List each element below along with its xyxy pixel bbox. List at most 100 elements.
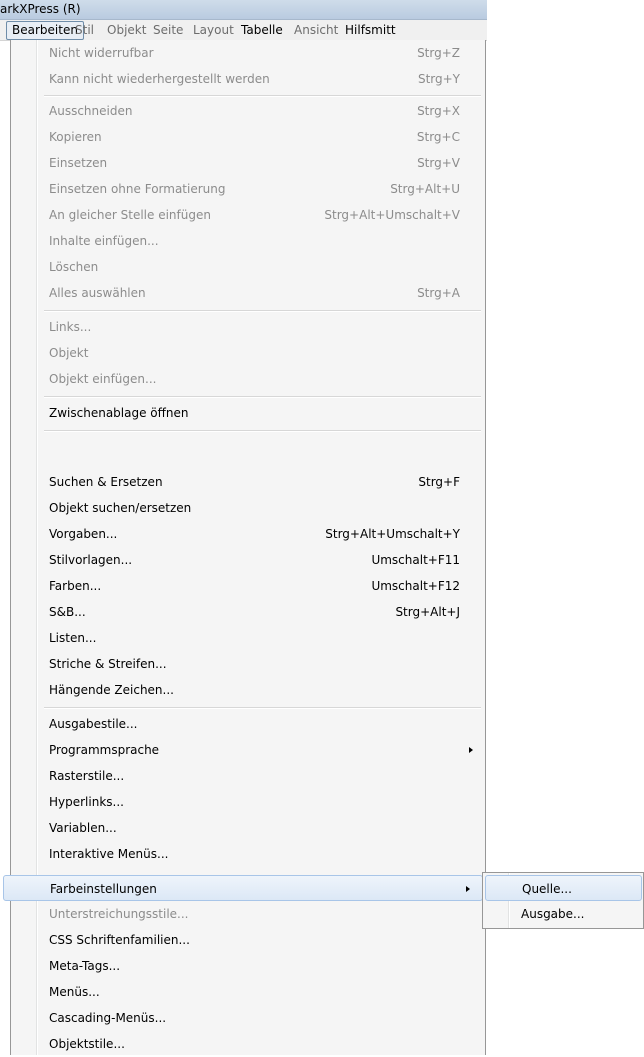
menu-item-variablen[interactable]: Variablen... (11, 815, 485, 841)
menu-item-label: Farbeinstellungen (50, 882, 157, 896)
menu-item-zwischenablage-oeffnen[interactable]: Zwischenablage öffnen (11, 400, 485, 426)
menu-item-listen[interactable]: Listen... (11, 625, 485, 651)
menu-objekt[interactable]: Objekt (102, 20, 151, 40)
bearbeiten-dropdown-menu: Nicht widerrufbar Strg+Z Kann nicht wied… (3, 40, 486, 1057)
submenu-item-ausgabe[interactable]: Ausgabe... (485, 901, 642, 927)
menu-item-ausschneiden[interactable]: Ausschneiden Strg+X (11, 98, 485, 124)
menu-item-inhalte-einfuegen[interactable]: Inhalte einfügen... (11, 228, 485, 254)
menu-item-einsetzen[interactable]: Einsetzen Strg+V (11, 150, 485, 176)
menu-item-label: S&B... (49, 605, 86, 619)
menu-item-label: Interaktive Menüs... (49, 847, 169, 861)
menu-item-hyperlinks[interactable]: Hyperlinks... (11, 789, 485, 815)
menu-item-label: Farben... (49, 579, 102, 593)
menu-item-suchen-ersetzen[interactable]: Suchen & Ersetzen Strg+F (11, 469, 485, 495)
menu-item-label: Listen... (49, 631, 97, 645)
menu-separator (44, 396, 481, 398)
menu-item-label: Quelle... (522, 882, 572, 896)
menu-item-loeschen[interactable]: Löschen (11, 254, 485, 280)
menu-item-label: Unterstreichungsstile... (49, 907, 189, 921)
menu-item-shortcut: Strg+Alt+Umschalt+Y (325, 527, 460, 541)
menu-item-label: Kann nicht wiederhergestellt werden (49, 72, 270, 86)
menu-hilfsmittel[interactable]: Hilfsmitt (340, 20, 401, 40)
menu-separator (44, 310, 481, 312)
menu-item-shortcut: Strg+C (416, 130, 460, 144)
submenu-arrow-icon (466, 886, 470, 892)
menu-item-shortcut: Umschalt+F11 (371, 553, 460, 567)
menu-bar: Bearbeiten Stil Objekt Seite Layout Tabe… (0, 20, 487, 41)
menu-item-objekt-suchen-ersetzen[interactable]: Objekt suchen/ersetzen (11, 495, 485, 521)
menu-item-objekt-einfuegen[interactable]: Objekt einfügen... (11, 366, 485, 392)
menu-item-shortcut: Strg+A (417, 286, 460, 300)
submenu-arrow-icon (469, 747, 473, 753)
menu-item-label: Suchen & Ersetzen (49, 475, 163, 489)
menu-item-nicht-widerrufbar[interactable]: Nicht widerrufbar Strg+Z (11, 40, 485, 66)
menu-item-haengende-zeichen[interactable]: Hängende Zeichen... (11, 677, 485, 703)
menu-item-links[interactable]: Links... (11, 314, 485, 340)
menu-item-label: Vorgaben... (49, 527, 118, 541)
menu-ansicht[interactable]: Ansicht (289, 20, 343, 40)
menu-item-shortcut: Strg+Y (417, 72, 460, 86)
menu-item-shortcut: Strg+Alt+Umschalt+V (324, 208, 460, 222)
menu-layout[interactable]: Layout (188, 20, 239, 40)
menu-item-label: Einsetzen (49, 156, 108, 170)
menu-item-cascading-menues[interactable]: Cascading-Menüs... (11, 1005, 485, 1031)
menu-item-label: Kopieren (49, 130, 102, 144)
menu-item-farben[interactable]: Farben... Umschalt+F12 (11, 573, 485, 599)
menu-item-shortcut: Strg+Alt+U (390, 182, 460, 196)
menu-separator (44, 707, 481, 709)
menu-item-stilvorlagen[interactable]: Stilvorlagen... Umschalt+F11 (11, 547, 485, 573)
menu-item-label: Inhalte einfügen... (49, 234, 159, 248)
menu-item-label: Objekt suchen/ersetzen (49, 501, 192, 515)
menu-item-striche-streifen[interactable]: Striche & Streifen... (11, 651, 485, 677)
menu-item-unterstreichungsstile[interactable]: Unterstreichungsstile... (11, 901, 485, 927)
menu-item-shortcut: Strg+X (417, 104, 460, 118)
menu-item-label: Alles auswählen (49, 286, 146, 300)
menu-item-ausgabestile[interactable]: Ausgabestile... (11, 711, 485, 737)
menu-item-css-schriftenfamilien[interactable]: CSS Schriftenfamilien... (11, 927, 485, 953)
menu-item-s-und-b[interactable]: S&B... Strg+Alt+J (11, 599, 485, 625)
menu-item-label: Striche & Streifen... (49, 657, 167, 671)
menu-item-shortcut: Strg+F (418, 475, 460, 489)
menu-item-label: Objektstile... (49, 1037, 125, 1051)
menu-item-rasterstile[interactable]: Rasterstile... (11, 763, 485, 789)
menu-item-objektstile[interactable]: Objektstile... (11, 1031, 485, 1057)
menu-item-label: Ausgabestile... (49, 717, 138, 731)
menu-stil[interactable]: Stil (70, 20, 99, 40)
menu-item-kann-nicht-wiederhergestellt[interactable]: Kann nicht wiederhergestellt werden Strg… (11, 66, 485, 92)
menu-item-vorgaben[interactable]: Vorgaben... Strg+Alt+Umschalt+Y (11, 521, 485, 547)
menu-item-programmsprache[interactable]: Programmsprache (11, 737, 485, 763)
menu-item-kopieren[interactable]: Kopieren Strg+C (11, 124, 485, 150)
menu-item-label: Löschen (49, 260, 99, 274)
submenu-item-quelle[interactable]: Quelle... (485, 875, 642, 901)
menu-item-label: CSS Schriftenfamilien... (49, 933, 190, 947)
menu-item-shortcut: Strg+Alt+J (395, 605, 460, 619)
menu-item-label: Programmsprache (49, 743, 160, 757)
menu-item-label: Menüs... (49, 985, 100, 999)
menu-item-label: Ausgabe... (521, 907, 585, 921)
menu-item-label: Objekt (49, 346, 89, 360)
menu-item-interaktive-menues[interactable]: Interaktive Menüs... (11, 841, 485, 867)
title-bar: arkXPress (R) (0, 0, 487, 20)
menu-item-einsetzen-ohne-formatierung[interactable]: Einsetzen ohne Formatierung Strg+Alt+U (11, 176, 485, 202)
menu-item-an-gleicher-stelle-einfuegen[interactable]: An gleicher Stelle einfügen Strg+Alt+Ums… (11, 202, 485, 228)
window-title: arkXPress (R) (0, 2, 81, 16)
menu-item-label: Rasterstile... (49, 769, 125, 783)
menu-item-label: Meta-Tags... (49, 959, 121, 973)
menu-item-objekt[interactable]: Objekt (11, 340, 485, 366)
menu-tabelle[interactable]: Tabelle (236, 20, 288, 40)
menu-item-shortcut: Umschalt+F12 (371, 579, 460, 593)
menu-item-label: Zwischenablage öffnen (49, 406, 189, 420)
menu-item-label: Nicht widerrufbar (49, 46, 154, 60)
menu-separator (44, 95, 481, 97)
menu-item-label: Ausschneiden (49, 104, 133, 118)
menu-item-label: An gleicher Stelle einfügen (49, 208, 211, 222)
menu-item-label: Links... (49, 320, 92, 334)
menu-separator (44, 430, 481, 432)
menu-item-alles-auswaehlen[interactable]: Alles auswählen Strg+A (11, 280, 485, 306)
menu-item-shortcut: Strg+Z (417, 46, 460, 60)
menu-item-menues[interactable]: Menüs... (11, 979, 485, 1005)
menu-item-label: Cascading-Menüs... (49, 1011, 167, 1025)
menu-item-farbeinstellungen[interactable]: Farbeinstellungen (3, 875, 483, 901)
menu-item-meta-tags[interactable]: Meta-Tags... (11, 953, 485, 979)
menu-seite[interactable]: Seite (148, 20, 188, 40)
